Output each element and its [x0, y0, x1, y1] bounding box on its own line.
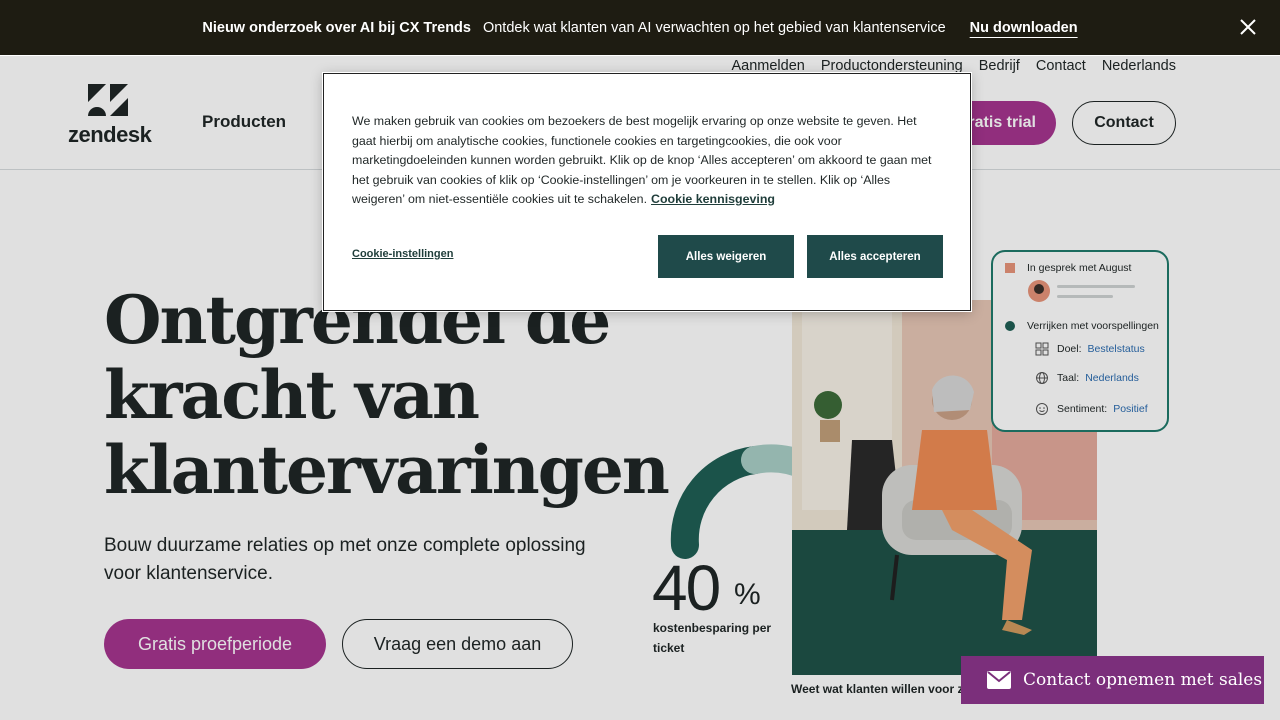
cookie-text-body: We maken gebruik van cookies om bezoeker… — [352, 114, 932, 206]
accept-all-button[interactable]: Alles accepteren — [807, 235, 943, 278]
announcement-bar: Nieuw onderzoek over AI bij CX Trends On… — [0, 0, 1280, 55]
mail-icon — [987, 671, 1011, 689]
contact-sales-label: Contact opnemen met sales — [1023, 670, 1263, 690]
cookie-consent-dialog: We maken gebruik van cookies om bezoeker… — [323, 73, 971, 311]
contact-sales-widget[interactable]: Contact opnemen met sales — [961, 656, 1264, 704]
close-icon[interactable] — [1238, 17, 1258, 37]
announcement-text: Ontdek wat klanten van AI verwachten op … — [482, 19, 946, 36]
announcement-title: Nieuw onderzoek over AI bij CX Trends — [202, 19, 471, 36]
cookie-text: We maken gebruik van cookies om bezoeker… — [352, 112, 944, 210]
cookie-settings-link[interactable]: Cookie-instellingen — [352, 248, 453, 260]
reject-all-button[interactable]: Alles weigeren — [658, 235, 794, 278]
announcement-download-link[interactable]: Nu downloaden — [970, 20, 1078, 36]
cookie-notice-link[interactable]: Cookie kennisgeving — [651, 192, 775, 206]
